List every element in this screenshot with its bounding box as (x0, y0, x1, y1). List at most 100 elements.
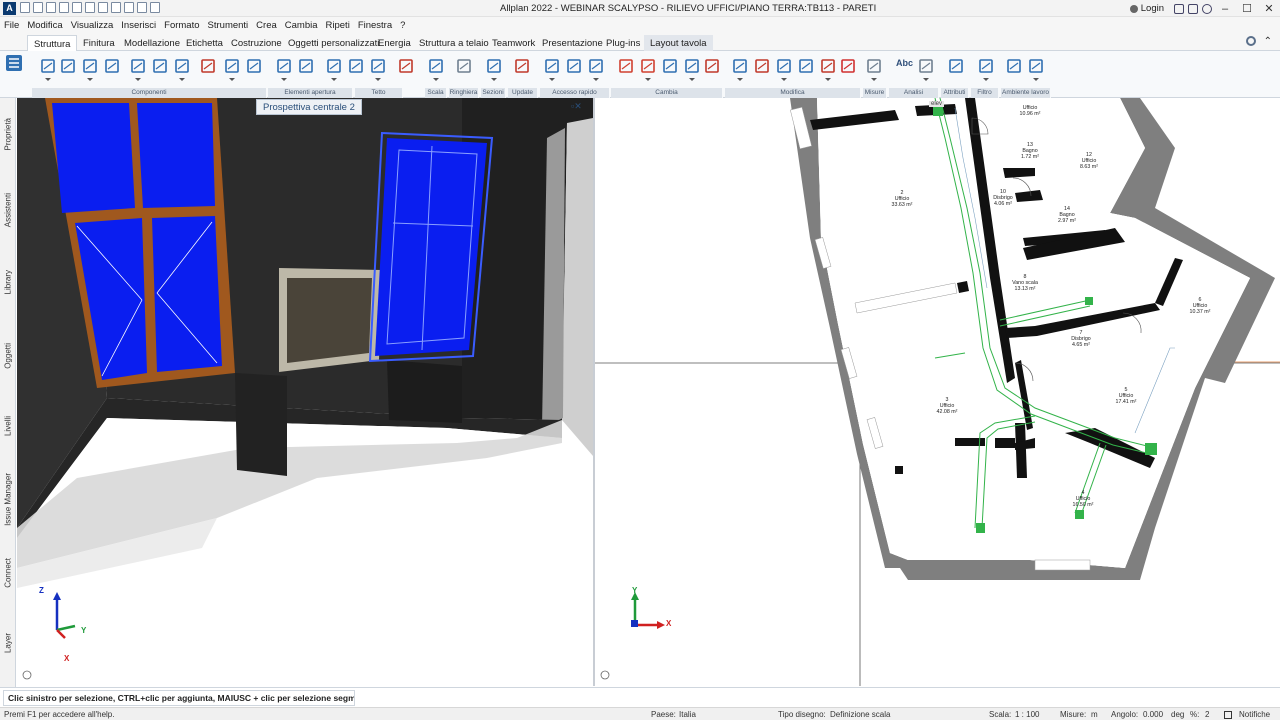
ribbon-tool-icon[interactable] (298, 57, 314, 75)
notifications-button[interactable]: Notifiche (1239, 710, 1270, 719)
print-icon[interactable] (59, 2, 69, 13)
tools-icon[interactable] (150, 2, 160, 13)
ribbon-tool-icon[interactable] (200, 57, 216, 75)
tab-struttura[interactable]: Struttura (27, 35, 78, 51)
plan-viewport[interactable]: Ufficio 10.96 m² 13 Bagno 1.72 m² 12 Ufficio 8.… (595, 98, 1280, 686)
menu-item[interactable]: Crea (256, 20, 277, 31)
perspective-viewport[interactable]: Z Y X (17, 98, 593, 686)
ribbon-tool-icon[interactable] (544, 57, 560, 81)
save-icon[interactable] (46, 2, 56, 13)
render-icon[interactable] (111, 2, 121, 13)
ribbon-tool-icon[interactable] (820, 57, 836, 81)
room-label-area: 1.72 m² (1021, 154, 1039, 160)
tab-presentazione[interactable]: Presentazione (542, 35, 603, 51)
ribbon-tool-icon[interactable] (662, 57, 678, 75)
angolo-value[interactable]: 0.000 (1143, 710, 1163, 719)
ribbon-tool-icon[interactable] (618, 57, 634, 75)
open-icon[interactable] (33, 2, 43, 13)
ribbon-tool-icon[interactable] (276, 57, 292, 81)
ribbon-tool-icon[interactable] (130, 57, 146, 81)
tab-struttura-a-telaio[interactable]: Struttura a telaio (419, 35, 489, 51)
cart-icon[interactable] (1174, 3, 1184, 14)
ribbon-tool-icon[interactable] (428, 57, 444, 81)
login-button[interactable]: Login (1129, 3, 1164, 14)
zoom-icon[interactable] (137, 2, 147, 13)
menu-item[interactable]: Visualizza (71, 20, 114, 31)
ribbon-tool-icon[interactable] (866, 57, 882, 81)
ribbon-tool-icon[interactable] (40, 57, 56, 81)
viewport-window-controls[interactable]: ▫✕ (571, 101, 582, 112)
orbit-icon[interactable] (124, 2, 134, 13)
menu-item[interactable]: Ripeti (326, 20, 350, 31)
ribbon-tool-icon[interactable] (224, 57, 240, 81)
ribbon-tool-icon[interactable] (640, 57, 656, 81)
menu-item[interactable]: ? (400, 20, 405, 31)
menu-item[interactable]: Modifica (27, 20, 62, 31)
menu-item[interactable]: Inserisci (121, 20, 156, 31)
menu-item[interactable]: Cambia (285, 20, 318, 31)
new-icon[interactable] (20, 2, 30, 13)
ribbon-tool-icon[interactable] (566, 57, 582, 75)
ribbon-tool-icon[interactable] (398, 57, 414, 75)
ribbon-tool-icon[interactable] (978, 57, 994, 81)
percent-value[interactable]: 2 (1205, 710, 1209, 719)
ribbon-tool-icon[interactable] (798, 57, 814, 75)
menu-item[interactable]: File (4, 20, 19, 31)
ribbon-tool-icon[interactable] (918, 57, 934, 81)
undo-icon[interactable] (85, 2, 95, 13)
tab-teamwork[interactable]: Teamwork (492, 35, 535, 51)
ribbon-tool-icon[interactable] (684, 57, 700, 81)
ribbon-tool-icon[interactable] (776, 57, 792, 81)
ribbon-tool-icon[interactable] (732, 57, 748, 81)
misure-value[interactable]: m (1091, 710, 1098, 719)
scala-value[interactable]: 1 : 100 (1015, 710, 1039, 719)
tab-oggetti-personalizzati[interactable]: Oggetti personalizzati (288, 35, 379, 51)
ribbon-tool-icon[interactable] (1028, 57, 1044, 81)
ribbon-tool-icon[interactable] (348, 57, 364, 75)
tab-modellazione[interactable]: Modellazione (124, 35, 180, 51)
ribbon-tool-icon[interactable] (152, 57, 168, 75)
help-hint: Premi F1 per accedere all'help. (4, 710, 115, 719)
settings-icon[interactable] (1246, 36, 1256, 46)
viewport-title[interactable]: Prospettiva centrale 2 (256, 99, 362, 115)
minimize-button[interactable]: – (1214, 3, 1236, 15)
ribbon-tool-icon[interactable] (82, 57, 98, 81)
ribbon-tool-icon[interactable] (486, 57, 502, 81)
messages-icon[interactable] (1188, 3, 1198, 14)
notification-icon[interactable] (1224, 711, 1232, 719)
ribbon-tool-icon[interactable] (948, 57, 964, 75)
email-icon[interactable] (72, 2, 82, 13)
ribbon-tool-icon[interactable] (704, 57, 720, 75)
ribbon-tool-icon[interactable] (1006, 57, 1022, 75)
tab-layout-tavola[interactable]: Layout tavola (644, 35, 713, 51)
menu-item[interactable]: Formato (164, 20, 199, 31)
paese-label: Paese: (651, 710, 676, 719)
menu-item[interactable]: Finestra (358, 20, 392, 31)
menu-item[interactable]: Strumenti (208, 20, 249, 31)
ribbon-tool-icon[interactable] (754, 57, 770, 75)
ribbon-tool-icon[interactable] (514, 57, 530, 75)
help-icon[interactable] (1202, 3, 1212, 14)
ribbon-tool-icon[interactable] (588, 57, 604, 81)
ribbon-tool-icon[interactable] (840, 57, 856, 75)
ribbon-tool-icon[interactable]: Abc (896, 57, 913, 75)
tipo-disegno-value[interactable]: Definizione scala (830, 710, 890, 719)
ribbon-tool-icon[interactable] (104, 57, 120, 75)
paese-value[interactable]: Italia (679, 710, 696, 719)
tab-costruzione[interactable]: Costruzione (231, 35, 282, 51)
maximize-button[interactable]: ☐ (1236, 2, 1258, 15)
tab-plug-ins[interactable]: Plug-ins (606, 35, 640, 51)
properties-panel-icon[interactable] (4, 53, 26, 77)
tab-energia[interactable]: Energia (378, 35, 411, 51)
close-button[interactable]: ✕ (1258, 2, 1280, 15)
tab-etichetta[interactable]: Etichetta (186, 35, 223, 51)
ribbon-tool-icon[interactable] (326, 57, 342, 81)
ribbon-tool-icon[interactable] (174, 57, 190, 81)
ribbon-tool-icon[interactable] (246, 57, 262, 75)
ribbon-tool-icon[interactable] (456, 57, 472, 75)
redo-icon[interactable] (98, 2, 108, 13)
ribbon-tool-icon[interactable] (60, 57, 76, 75)
ribbon-tool-icon[interactable] (370, 57, 386, 81)
collapse-ribbon-icon[interactable]: ⌃ (1264, 36, 1272, 47)
tab-finitura[interactable]: Finitura (83, 35, 115, 51)
